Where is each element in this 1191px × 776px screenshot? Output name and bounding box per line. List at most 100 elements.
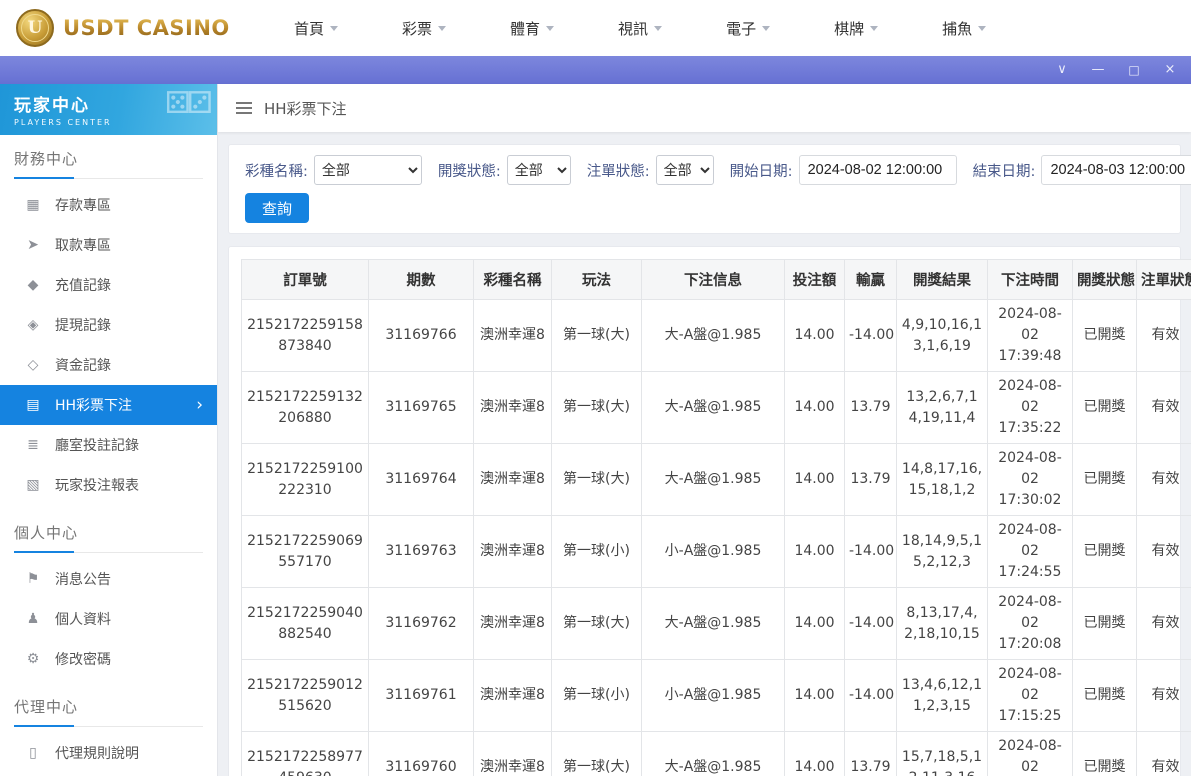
cell-play-type: 第一球(大): [551, 587, 642, 660]
cell-lottery-name: 澳洲幸運8: [473, 731, 552, 776]
window-title-bar: ∨ — □ ×: [0, 56, 1191, 84]
nav-item[interactable]: 首頁: [294, 18, 339, 39]
chevron-down-icon: [870, 25, 879, 31]
lottery-type-select[interactable]: 全部: [313, 155, 422, 185]
column-header: 下注時間: [987, 259, 1073, 300]
cell-bet-info: 小-A盤@1.985: [641, 515, 785, 588]
sidebar-item-label: 個人資料: [55, 612, 111, 628]
nav-item-label: 首頁: [294, 19, 325, 38]
filter-row: 彩種名稱: 全部 開獎狀態: 全部 注單狀態: 全部 開始日期: 2024-08…: [245, 155, 1191, 185]
cell-bet-status: 有效: [1136, 443, 1191, 516]
lottery-type-filter: 彩種名稱: 全部: [245, 155, 422, 185]
nav-item[interactable]: 視訊: [618, 18, 663, 39]
cell-period: 31169761: [368, 659, 474, 732]
cell-bet-status: 有效: [1136, 299, 1191, 372]
cell-bet-time: 2024-08-02 17:39:48: [987, 299, 1073, 372]
cell-bet-status: 有效: [1136, 587, 1191, 660]
cell-draw-result: 13,2,6,7,14,19,11,4: [896, 371, 988, 444]
cell-draw-result: 4,9,10,16,13,1,6,19: [896, 299, 988, 372]
sidebar-item-profile[interactable]: ♟ 個人資料: [0, 599, 217, 639]
draw-status-label: 開獎狀態:: [437, 163, 501, 180]
chevron-right-icon: ›: [196, 394, 203, 415]
cell-win-loss: 13.79: [844, 731, 897, 776]
hamburger-menu-icon[interactable]: [236, 107, 252, 109]
personal-menu-group: ⚑ 消息公告 ♟ 個人資料 ⚙ 修改密碼: [0, 553, 217, 683]
sidebar-item-announcements[interactable]: ⚑ 消息公告: [0, 559, 217, 599]
cell-lottery-name: 澳洲幸運8: [473, 299, 552, 372]
lottery-icon: ▤: [26, 397, 40, 413]
report-icon: ▧: [26, 477, 40, 493]
table-header-row: 訂單號期數彩種名稱玩法下注信息投注額輸贏開獎結果下注時間開獎狀態注單狀態: [241, 259, 1191, 300]
table-row: 2152172259158873840 31169766 澳洲幸運8 第一球(大…: [241, 299, 1191, 372]
sidebar-item-funds-record[interactable]: ◇ 資金記錄: [0, 345, 217, 385]
funds-icon: ◇: [27, 357, 39, 373]
sidebar-item-label: 玩家投注報表: [55, 478, 139, 494]
nav-item[interactable]: 體育: [510, 18, 555, 39]
nav-item[interactable]: 捕魚: [942, 18, 987, 39]
cell-bet-amount: 14.00: [784, 371, 845, 444]
nav-item-label: 彩票: [402, 19, 433, 38]
maximize-button[interactable]: □: [1123, 56, 1145, 84]
sidebar-item-player-bet-report[interactable]: ▧ 玩家投注報表: [0, 465, 217, 505]
nav-item-label: 體育: [510, 19, 541, 38]
start-date-input[interactable]: [798, 155, 957, 185]
cell-win-loss: -14.00: [844, 299, 897, 372]
cell-bet-amount: 14.00: [784, 731, 845, 776]
sidebar-item-agent-rules[interactable]: ▯ 代理規則說明: [0, 733, 217, 773]
column-header: 玩法: [551, 259, 642, 300]
cell-lottery-name: 澳洲幸運8: [473, 659, 552, 732]
cell-bet-info: 大-A盤@1.985: [641, 371, 785, 444]
sidebar-item-withdraw[interactable]: ➤ 取款專區: [0, 225, 217, 265]
sidebar-item-hh-lottery-bets[interactable]: ▤ HH彩票下注 ›: [0, 385, 217, 425]
draw-status-select[interactable]: 全部: [506, 155, 571, 185]
cell-bet-time: 2024-08-02 17:24:55: [987, 515, 1073, 588]
cell-period: 31169766: [368, 299, 474, 372]
cell-bet-time: 2024-08-02 17:20:08: [987, 587, 1073, 660]
cell-bet-time: 2024-08-02 17:30:02: [987, 443, 1073, 516]
cell-play-type: 第一球(大): [551, 731, 642, 776]
nav-item[interactable]: 電子: [726, 18, 771, 39]
cell-draw-result: 8,13,17,4,2,18,10,15: [896, 587, 988, 660]
cell-bet-amount: 14.00: [784, 443, 845, 516]
cell-draw-status: 已開獎: [1072, 587, 1137, 660]
main-nav: 首頁 彩票 體育 視訊 電子 棋牌 捕魚: [294, 18, 987, 39]
minimize-button[interactable]: —: [1087, 56, 1109, 84]
section-title-finance: 財務中心: [14, 148, 203, 179]
chevron-down-icon: [762, 25, 771, 31]
chevron-down-icon: [978, 25, 987, 31]
person-icon: ♟: [26, 611, 40, 627]
cell-draw-status: 已開獎: [1072, 659, 1137, 732]
lottery-type-label: 彩種名稱:: [245, 163, 308, 180]
cell-win-loss: -14.00: [844, 659, 897, 732]
cell-win-loss: -14.00: [844, 515, 897, 588]
sidebar-item-deposit[interactable]: ▦ 存款專區: [0, 185, 217, 225]
chevron-down-icon: [438, 25, 447, 31]
nav-item[interactable]: 棋牌: [834, 18, 879, 39]
table-row: 2152172259012515620 31169761 澳洲幸運8 第一球(小…: [241, 659, 1191, 732]
search-button[interactable]: 查詢: [245, 193, 310, 223]
table-row: 2152172259069557170 31169763 澳洲幸運8 第一球(小…: [241, 515, 1191, 588]
cell-draw-status: 已開獎: [1072, 515, 1137, 588]
sidebar-item-hall-bet-record[interactable]: ≣ 廳室投註記錄: [0, 425, 217, 465]
close-button[interactable]: ×: [1159, 56, 1181, 84]
bet-status-select[interactable]: 全部: [655, 155, 714, 185]
window-chevron-button[interactable]: ∨: [1051, 56, 1073, 84]
sidebar-item-change-password[interactable]: ⚙ 修改密碼: [0, 639, 217, 679]
end-date-input[interactable]: [1041, 155, 1191, 185]
sidebar-item-label: 充值記錄: [55, 278, 111, 294]
cell-play-type: 第一球(大): [551, 299, 642, 372]
cell-bet-amount: 14.00: [784, 587, 845, 660]
content-scroll: 彩種名稱: 全部 開獎狀態: 全部 注單狀態: 全部 開始日期: 2024-08…: [218, 132, 1191, 776]
sidebar-item-withdraw-record[interactable]: ◈ 提現記錄: [0, 305, 217, 345]
sidebar-item-recharge-record[interactable]: ◆ 充值記錄: [0, 265, 217, 305]
cell-period: 31169760: [368, 731, 474, 776]
cell-order-number: 2152172259100222310: [241, 443, 369, 516]
logo[interactable]: U USDT CASINO: [16, 9, 242, 47]
cell-win-loss: -14.00: [844, 587, 897, 660]
nav-item[interactable]: 彩票: [402, 18, 447, 39]
gear-icon: ⚙: [26, 651, 40, 667]
start-date-filter: 開始日期:: [730, 155, 957, 185]
column-header: 投注額: [784, 259, 845, 300]
players-center-banner: 玩家中心 PLAYERS CENTER ⚄⚂: [0, 84, 217, 135]
cell-bet-amount: 14.00: [784, 515, 845, 588]
